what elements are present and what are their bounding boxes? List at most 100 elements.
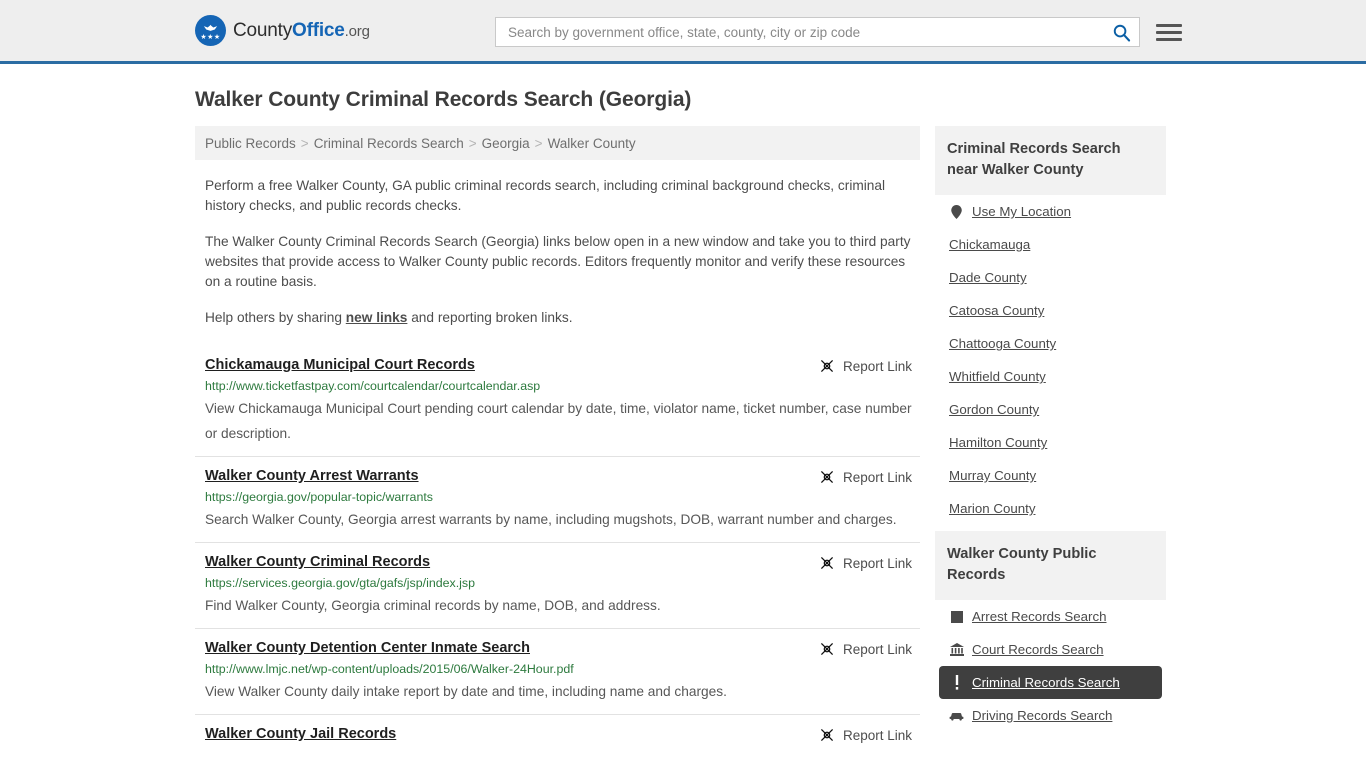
eagle-icon (203, 24, 218, 31)
sidebar-item-hamilton-county[interactable]: Hamilton County (939, 426, 1162, 459)
result-title-link[interactable]: Walker County Criminal Records (205, 554, 430, 570)
sidebar-item-murray-county[interactable]: Murray County (939, 459, 1162, 492)
logo-wordmark: CountyOffice.org (233, 20, 370, 42)
county-office-emblem-icon: ★★★ (195, 15, 226, 46)
breadcrumb-item-criminal-records-search[interactable]: Criminal Records Search (314, 136, 464, 151)
site-logo[interactable]: ★★★ CountyOffice.org (195, 15, 370, 46)
broken-link-icon (820, 728, 834, 742)
header-search-area (495, 17, 1182, 47)
result-item: Walker County Arrest Warrants Report Lin… (195, 456, 920, 542)
result-title-link[interactable]: Walker County Arrest Warrants (205, 468, 419, 484)
result-header: Chickamauga Municipal Court Records Repo… (205, 357, 912, 374)
report-link-button[interactable]: Report Link (819, 726, 912, 743)
breadcrumb-item-georgia[interactable]: Georgia (482, 136, 530, 151)
result-header: Walker County Criminal Records Report Li… (205, 554, 912, 571)
nearby-panel-heading: Criminal Records Search near Walker Coun… (935, 126, 1166, 195)
result-header: Walker County Jail Records Report Link (205, 726, 912, 743)
breadcrumb-separator: > (534, 135, 543, 151)
logo-text-county: County (233, 19, 293, 41)
logo-text-office: Office (292, 19, 345, 41)
report-link-button[interactable]: Report Link (819, 357, 912, 374)
sidebar-item-marion-county[interactable]: Marion County (939, 492, 1162, 525)
intro-p3-after: and reporting broken links. (407, 310, 573, 325)
hamburger-menu-icon[interactable] (1156, 23, 1182, 41)
sidebar-item-chattooga-county[interactable]: Chattooga County (939, 327, 1162, 360)
menu-bar-3 (1156, 37, 1182, 41)
broken-link-icon (820, 642, 834, 656)
map-pin-icon (949, 204, 964, 219)
search-box[interactable] (495, 17, 1140, 47)
sidebar-link-label[interactable]: Hamilton County (949, 435, 1047, 450)
sidebar-link-label[interactable]: Murray County (949, 468, 1036, 483)
sidebar-item-whitfield-county[interactable]: Whitfield County (939, 360, 1162, 393)
broken-link-icon (820, 470, 834, 484)
intro-paragraph-2: The Walker County Criminal Records Searc… (205, 234, 911, 289)
sidebar-item-driving-records-search[interactable]: Driving Records Search (939, 699, 1162, 732)
result-description: View Chickamauga Municipal Court pending… (205, 401, 912, 441)
result-header: Walker County Detention Center Inmate Se… (205, 640, 912, 657)
public-records-panel: Walker County Public Records Arrest Reco… (935, 531, 1166, 732)
result-description: Search Walker County, Georgia arrest war… (205, 512, 897, 527)
new-links-link[interactable]: new links (346, 310, 408, 325)
result-item: Chickamauga Municipal Court Records Repo… (195, 346, 920, 456)
sidebar-item-court-records-search[interactable]: Court Records Search (939, 633, 1162, 666)
sidebar-link-label[interactable]: Dade County (949, 270, 1027, 285)
sidebar-link-label[interactable]: Use My Location (972, 204, 1071, 219)
report-link-button[interactable]: Report Link (819, 554, 912, 571)
sidebar-item-gordon-county[interactable]: Gordon County (939, 393, 1162, 426)
result-description: Find Walker County, Georgia criminal rec… (205, 598, 661, 613)
nearby-search-panel: Criminal Records Search near Walker Coun… (935, 126, 1166, 525)
emblem-stars: ★★★ (200, 33, 221, 41)
square-icon (949, 610, 964, 623)
breadcrumb-item-public-records[interactable]: Public Records (205, 136, 296, 151)
search-icon[interactable] (1112, 23, 1131, 42)
result-title-link[interactable]: Walker County Jail Records (205, 726, 396, 742)
nearby-panel-list: Use My Location Chickamauga Dade County … (935, 195, 1166, 525)
sidebar-link-label[interactable]: Catoosa County (949, 303, 1044, 318)
page-title: Walker County Criminal Records Search (G… (195, 88, 692, 111)
report-link-label: Report Link (842, 469, 912, 485)
sidebar-item-dade-county[interactable]: Dade County (939, 261, 1162, 294)
sidebar-item-catoosa-county[interactable]: Catoosa County (939, 294, 1162, 327)
menu-bar-1 (1156, 23, 1182, 27)
site-header: ★★★ CountyOffice.org (0, 0, 1366, 64)
result-title-link[interactable]: Walker County Detention Center Inmate Se… (205, 640, 530, 656)
page-body: Walker County Criminal Records Search (G… (0, 88, 1366, 753)
result-title-link[interactable]: Chickamauga Municipal Court Records (205, 357, 475, 373)
sidebar-link-label[interactable]: Driving Records Search (972, 708, 1112, 723)
result-url[interactable]: https://services.georgia.gov/gta/gafs/js… (205, 576, 912, 590)
report-link-label: Report Link (842, 358, 912, 374)
logo-text-org: .org (344, 22, 370, 40)
results-list: Chickamauga Municipal Court Records Repo… (195, 346, 920, 753)
result-item: Walker County Jail Records Report Link (195, 714, 920, 753)
sidebar-link-label[interactable]: Whitfield County (949, 369, 1046, 384)
courthouse-icon (949, 643, 964, 656)
breadcrumb-separator: > (300, 135, 309, 151)
result-item: Walker County Detention Center Inmate Se… (195, 628, 920, 714)
main-column: Public Records > Criminal Records Search… (195, 126, 920, 753)
breadcrumb-item-walker-county[interactable]: Walker County (548, 136, 636, 151)
breadcrumb: Public Records > Criminal Records Search… (195, 126, 920, 160)
report-link-button[interactable]: Report Link (819, 468, 912, 485)
intro-paragraph-3: Help others by sharing new links and rep… (205, 308, 912, 328)
sidebar-link-label[interactable]: Gordon County (949, 402, 1039, 417)
sidebar-item-arrest-records-search[interactable]: Arrest Records Search (939, 600, 1162, 633)
result-item: Walker County Criminal Records Report Li… (195, 542, 920, 628)
sidebar-link-label[interactable]: Chickamauga (949, 237, 1030, 252)
sidebar-link-label[interactable]: Arrest Records Search (972, 609, 1107, 624)
sidebar-item-chickamauga[interactable]: Chickamauga (939, 228, 1162, 261)
sidebar-link-label[interactable]: Criminal Records Search (972, 675, 1120, 690)
result-url[interactable]: https://georgia.gov/popular-topic/warran… (205, 490, 912, 504)
sidebar-link-label[interactable]: Court Records Search (972, 642, 1104, 657)
sidebar-link-label[interactable]: Marion County (949, 501, 1035, 516)
search-input[interactable] (506, 23, 1112, 41)
sidebar-item-use-my-location[interactable]: Use My Location (939, 195, 1162, 228)
result-url[interactable]: http://www.ticketfastpay.com/courtcalend… (205, 379, 912, 393)
sidebar-item-criminal-records-search[interactable]: Criminal Records Search (939, 666, 1162, 699)
sidebar-link-label[interactable]: Chattooga County (949, 336, 1056, 351)
intro-paragraph-1: Perform a free Walker County, GA public … (205, 178, 886, 213)
report-link-button[interactable]: Report Link (819, 640, 912, 657)
sidebar: Criminal Records Search near Walker Coun… (935, 126, 1166, 753)
result-url[interactable]: http://www.lmjc.net/wp-content/uploads/2… (205, 662, 912, 676)
report-link-label: Report Link (842, 641, 912, 657)
